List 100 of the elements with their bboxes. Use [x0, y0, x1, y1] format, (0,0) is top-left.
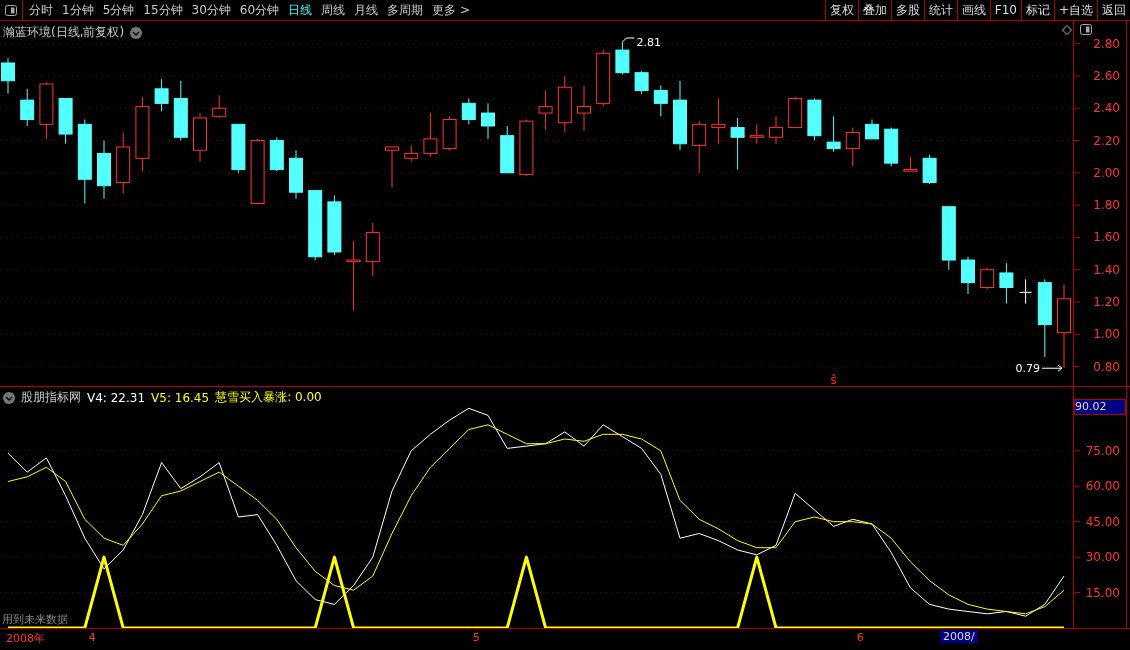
- period-tab[interactable]: 日线: [288, 1, 313, 19]
- candlestick: [97, 140, 111, 200]
- toolbar-button[interactable]: 复权: [824, 0, 858, 20]
- candlestick: [788, 96, 803, 129]
- candlestick: [423, 112, 438, 158]
- diamond-icon[interactable]: [1062, 24, 1072, 35]
- candlestick: [980, 267, 995, 290]
- axis-label: 1.80: [1093, 198, 1120, 213]
- axis-label: 45.00: [1085, 514, 1120, 529]
- date-label: 4: [88, 631, 96, 644]
- candlestick: [500, 125, 515, 174]
- leader-line: [621, 37, 635, 43]
- toolbar-button[interactable]: 标记: [1020, 0, 1054, 20]
- candlestick: [826, 115, 841, 153]
- axis-label: 60.00: [1085, 479, 1120, 494]
- axis-label: 2.20: [1093, 133, 1120, 148]
- candlestick: [346, 240, 361, 311]
- price-label: 2.81: [636, 36, 661, 49]
- date-label: 5: [472, 631, 480, 644]
- axis-label: 1.00: [1093, 327, 1120, 342]
- toolbar-button[interactable]: F10: [989, 0, 1021, 20]
- axis-label: 2.80: [1093, 36, 1120, 51]
- candlestick: [212, 94, 227, 119]
- toolbar-button[interactable]: 统计: [923, 0, 957, 20]
- period-tab[interactable]: 60分钟: [239, 1, 280, 19]
- candlestick: [39, 81, 54, 140]
- candlestick: [173, 80, 188, 141]
- candlestick: [327, 194, 342, 256]
- candlestick: [807, 98, 822, 141]
- candlestick: [365, 222, 380, 277]
- cursor-date: 2008/: [940, 630, 978, 643]
- toolbar-button[interactable]: +自选: [1053, 0, 1097, 20]
- candlestick: [20, 88, 35, 127]
- year-label: 2008年: [6, 631, 45, 646]
- indicator-name: 股朋指标网: [21, 389, 81, 406]
- period-tab[interactable]: 分时: [29, 1, 53, 19]
- candlestick: [615, 41, 630, 75]
- panel-icon[interactable]: [1080, 24, 1092, 35]
- toolbar-button[interactable]: 返回: [1097, 0, 1130, 20]
- toolbar-button[interactable]: 多股: [890, 0, 924, 20]
- candlestick: [673, 80, 687, 151]
- signal-mark: ŝ: [830, 372, 837, 386]
- period-tab[interactable]: 5分钟: [102, 1, 135, 19]
- candlestick: [269, 136, 284, 172]
- indicator-reading: 慧雪买入暴涨: 0.00: [215, 389, 322, 406]
- axis-label: 30.00: [1085, 550, 1120, 565]
- candlestick: [577, 85, 591, 132]
- axis-label: 2.00: [1093, 165, 1120, 180]
- candlestick: [903, 156, 918, 172]
- candlestick: [193, 112, 207, 162]
- candlestick: [961, 256, 975, 295]
- candlestick: [884, 127, 899, 167]
- candlestick: [941, 206, 956, 271]
- candlestick: [711, 98, 726, 145]
- period-tab[interactable]: 15分钟: [143, 1, 183, 19]
- candlestick: [749, 123, 764, 145]
- candlestick: [999, 262, 1014, 305]
- candlestick: [769, 115, 783, 145]
- period-tab[interactable]: 月线: [354, 1, 379, 19]
- candlestick: [154, 78, 169, 112]
- candlestick: [289, 149, 303, 200]
- period-tab[interactable]: 30分钟: [191, 1, 231, 19]
- stock-title: 瀚蓝环境(日线,前复权): [3, 24, 125, 41]
- current-value: 90.02: [1074, 399, 1126, 415]
- candlestick: [385, 146, 399, 188]
- candlestick: [231, 123, 246, 174]
- axis-label: 2.40: [1093, 101, 1120, 116]
- warning-note: 用到未来数据: [2, 612, 68, 627]
- candlestick: [116, 131, 131, 195]
- period-tab[interactable]: 多周期: [387, 1, 424, 19]
- panel-icon[interactable]: [5, 4, 17, 16]
- chevron-down-icon[interactable]: [130, 26, 143, 39]
- candlestick: [730, 117, 745, 171]
- candlestick: [865, 119, 879, 140]
- candlestick: [692, 120, 707, 174]
- candlestick: [596, 49, 611, 108]
- axis-label: 0.80: [1093, 359, 1120, 374]
- toolbar-button[interactable]: 叠加: [857, 0, 891, 20]
- period-tab[interactable]: 周线: [321, 1, 346, 19]
- candlestick: [404, 144, 419, 162]
- axis-label: 15.00: [1085, 585, 1120, 600]
- axis-label: 2.60: [1093, 68, 1120, 83]
- candlestick: [1019, 278, 1033, 305]
- axis-label: 1.60: [1093, 230, 1120, 245]
- period-tab[interactable]: 1分钟: [62, 1, 94, 19]
- chevron-down-icon[interactable]: [3, 391, 15, 404]
- candlestick: [845, 127, 860, 167]
- period-tab[interactable]: 更多 >: [432, 1, 470, 19]
- candlestick: [519, 119, 534, 177]
- date-label: 6: [856, 631, 864, 644]
- candlestick: [442, 115, 457, 151]
- toolbar-button[interactable]: 画线: [956, 0, 990, 20]
- candlestick: [653, 85, 668, 117]
- axis-label: 75.00: [1085, 443, 1120, 458]
- candlestick: [461, 98, 476, 125]
- candlestick: [538, 89, 553, 130]
- candlestick: [922, 154, 937, 185]
- axis-label: 1.40: [1093, 262, 1120, 277]
- candlestick: [58, 98, 73, 145]
- indicator-reading: V5: 16.45: [151, 390, 210, 405]
